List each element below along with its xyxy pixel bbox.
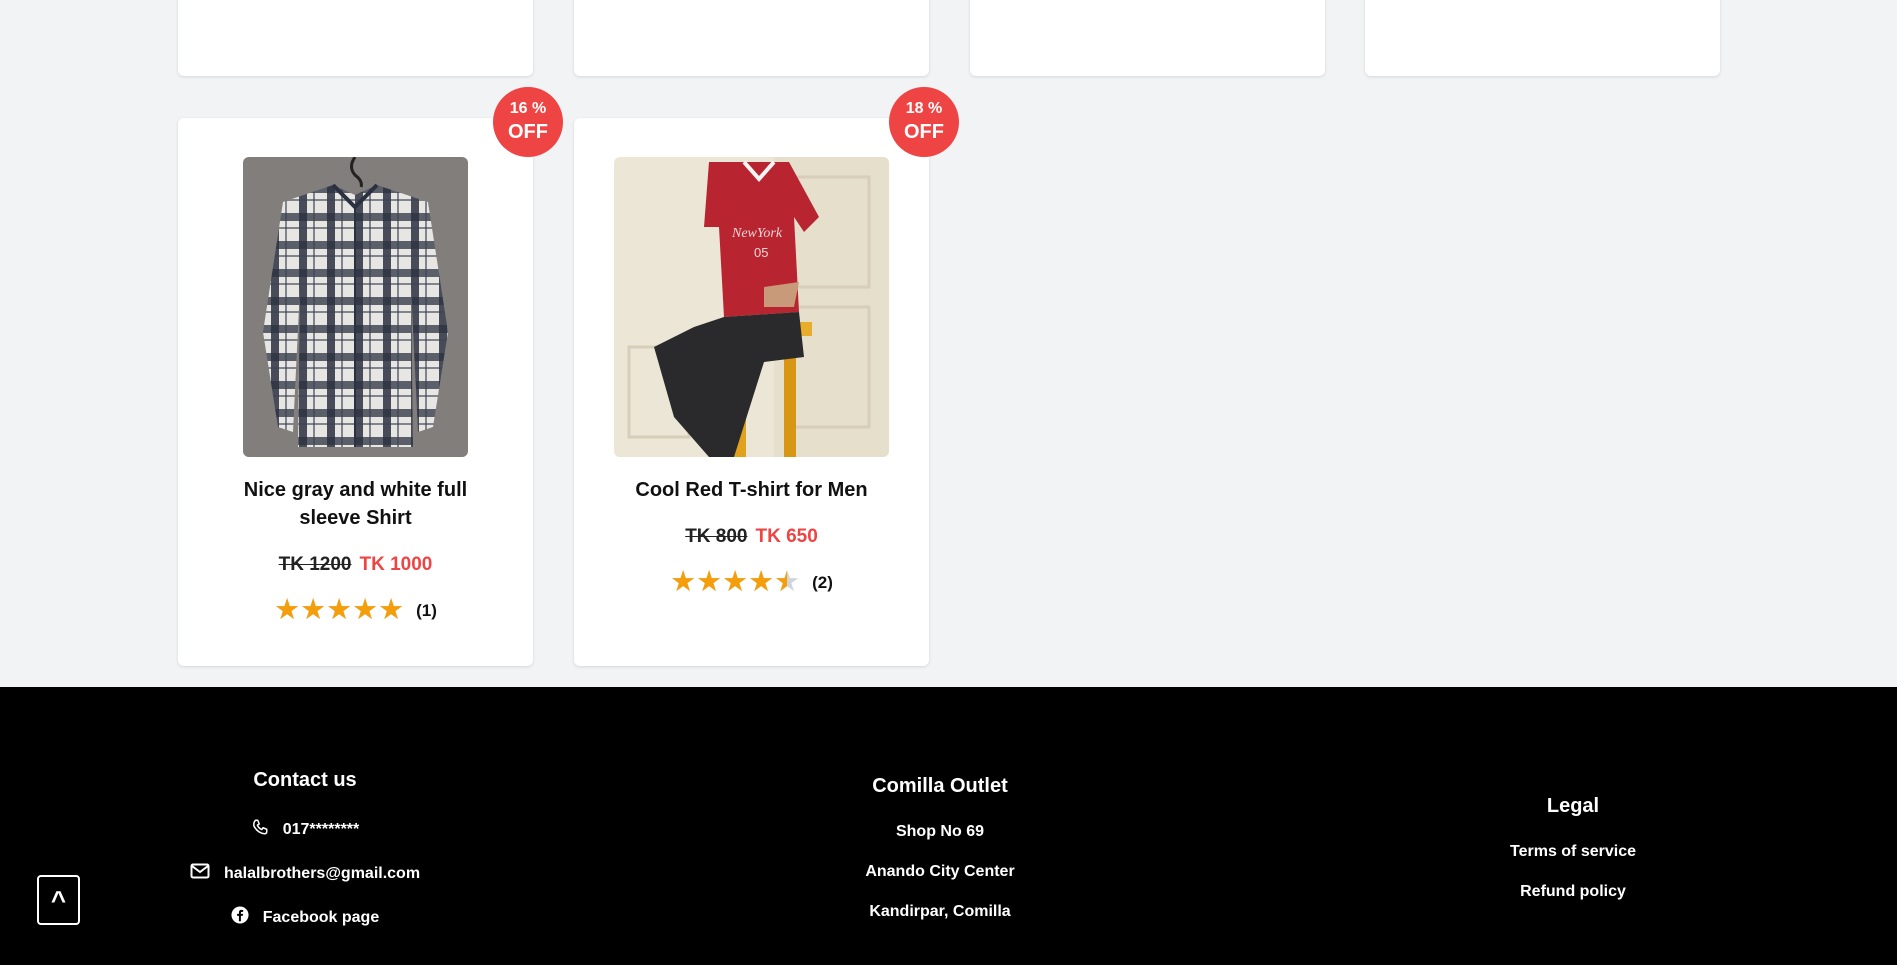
- product-card-top-2[interactable]: [574, 0, 929, 76]
- rating-count: (2): [812, 572, 833, 592]
- legal-heading: Legal: [1546, 795, 1600, 817]
- product-title[interactable]: Nice gray and white full sleeve Shirt: [228, 476, 483, 532]
- product-rating: ★★★★★ ★★★★★ (2): [574, 568, 929, 597]
- outlet-address-line: Anando City Center: [865, 863, 1015, 880]
- scroll-to-top-button[interactable]: ^: [37, 875, 80, 925]
- phone-icon: [251, 818, 269, 841]
- email-address: halalbrothers@gmail.com: [223, 864, 421, 882]
- svg-text:05: 05: [754, 245, 768, 260]
- discount-off-label: OFF: [904, 121, 944, 143]
- stars-filled: ★★★★★: [274, 596, 405, 625]
- product-title[interactable]: Cool Red T-shirt for Men: [614, 476, 889, 504]
- product-card-top-3[interactable]: [970, 0, 1325, 76]
- red-tshirt-model-image[interactable]: NewYork 05: [614, 157, 889, 457]
- site-footer: Contact us 017******** halalbrothers@gma…: [0, 687, 1897, 965]
- footer-contact: Contact us 017******** halalbrothers@gma…: [150, 769, 460, 929]
- discount-percent: 18 %: [905, 100, 943, 117]
- stars-filled: ★★★★★: [670, 568, 788, 597]
- discount-off-label: OFF: [508, 121, 548, 143]
- rating-count: (1): [416, 600, 437, 620]
- caret-up-icon: ^: [50, 884, 67, 915]
- product-rating: ★★★★★ ★★★★★ (1): [178, 596, 533, 625]
- discounted-price: TK 1000: [359, 554, 433, 575]
- plaid-shirt-image[interactable]: [243, 157, 468, 457]
- star-rating-icon: ★★★★★ ★★★★★: [670, 568, 800, 597]
- mail-icon: [190, 863, 210, 884]
- facebook-link[interactable]: Facebook page: [150, 906, 460, 929]
- product-card[interactable]: NewYork 05 Cool Red T-shirt for Men TK 8…: [574, 118, 929, 666]
- footer-legal: Legal Terms of service Refund policy: [1430, 795, 1716, 901]
- product-price: TK 1200 TK 1000: [178, 554, 533, 576]
- discount-percent: 16 %: [509, 100, 547, 117]
- original-price: TK 800: [685, 526, 748, 547]
- discounted-price: TK 650: [755, 526, 818, 547]
- original-price: TK 1200: [278, 554, 352, 575]
- contact-heading: Contact us: [253, 769, 357, 791]
- product-card-top-1[interactable]: [178, 0, 533, 76]
- refund-policy-link[interactable]: Refund policy: [1430, 883, 1716, 901]
- contact-phone[interactable]: 017********: [150, 818, 460, 841]
- facebook-icon: [231, 906, 249, 929]
- product-price: TK 800 TK 650: [574, 526, 929, 548]
- svg-text:NewYork: NewYork: [731, 226, 783, 241]
- product-card[interactable]: Nice gray and white full sleeve Shirt TK…: [178, 118, 533, 666]
- discount-badge: 18 % OFF: [889, 87, 959, 157]
- facebook-label: Facebook page: [262, 908, 380, 926]
- discount-badge: 16 % OFF: [493, 87, 563, 157]
- outlet-address-line: Shop No 69: [895, 823, 984, 840]
- outlet-heading: Comilla Outlet: [872, 775, 1008, 797]
- contact-email[interactable]: halalbrothers@gmail.com: [150, 863, 460, 884]
- product-card-top-4[interactable]: [1365, 0, 1720, 76]
- star-rating-icon: ★★★★★ ★★★★★: [274, 596, 404, 625]
- phone-number: 017********: [282, 820, 360, 838]
- footer-outlet: Comilla Outlet Shop No 69 Anando City Ce…: [790, 775, 1090, 921]
- outlet-address-line: Kandirpar, Comilla: [869, 903, 1011, 920]
- terms-of-service-link[interactable]: Terms of service: [1430, 843, 1716, 861]
